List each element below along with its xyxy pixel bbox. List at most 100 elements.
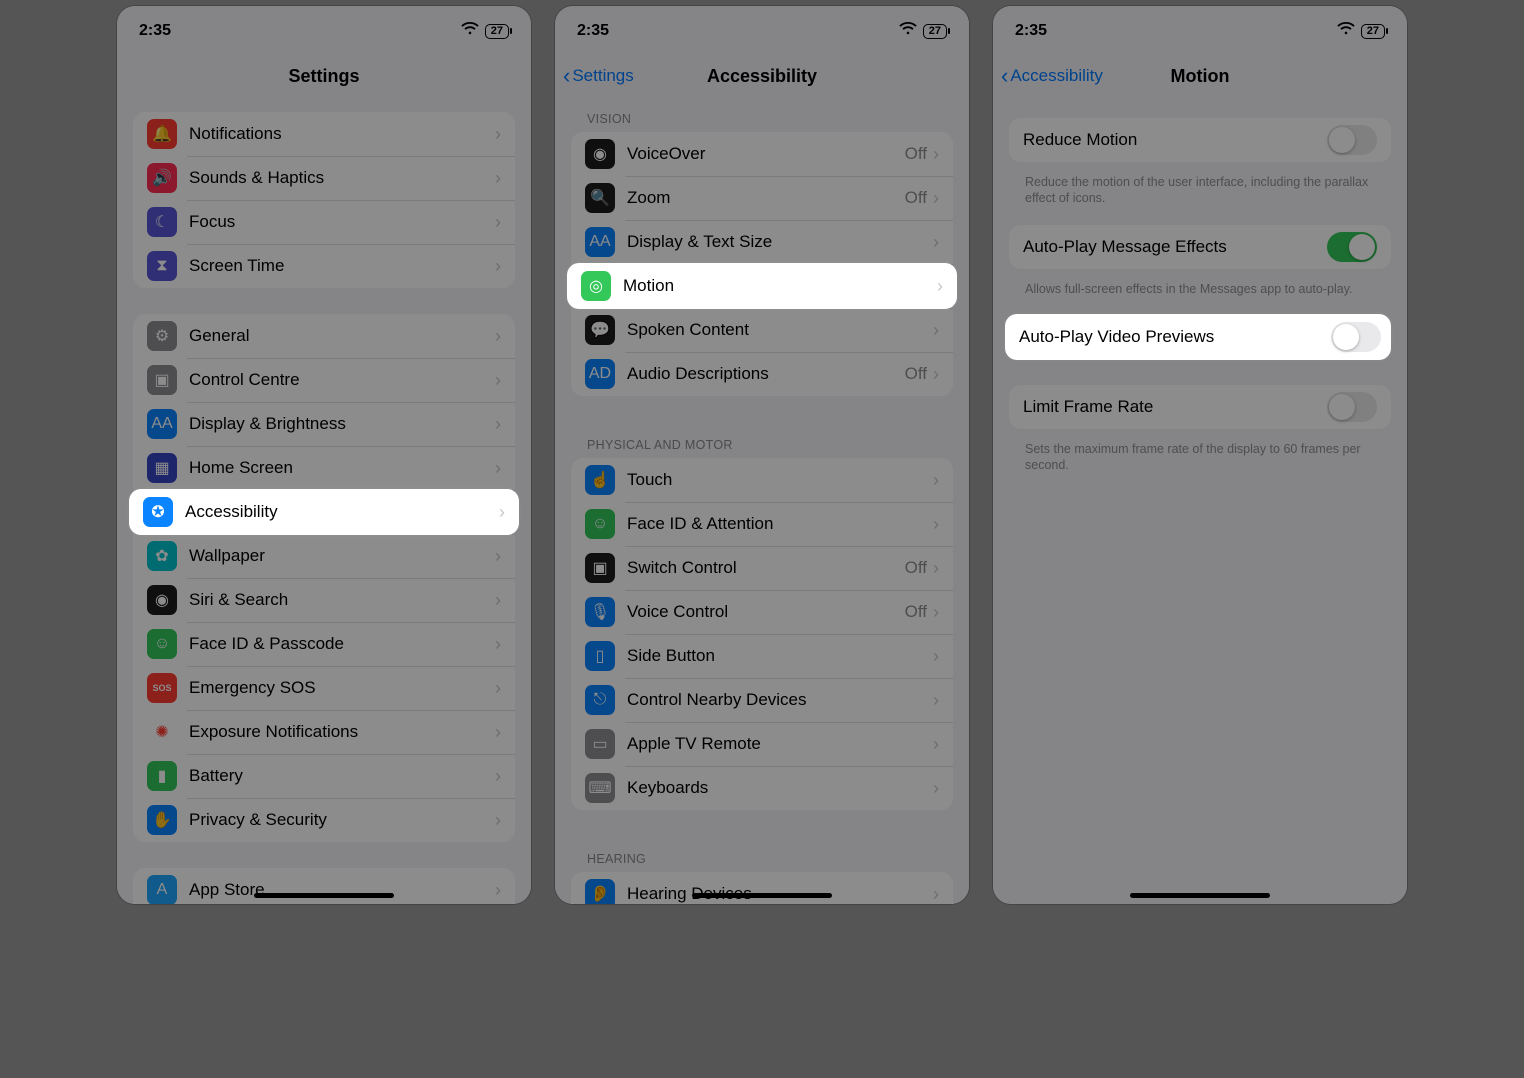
list-row[interactable]: ▯ Side Button › xyxy=(571,634,953,678)
row-label: Notifications xyxy=(189,124,495,144)
accessibility-row-highlight[interactable]: ✪ Accessibility › xyxy=(129,489,519,535)
row-value: Off xyxy=(905,144,927,164)
row-label: Control Nearby Devices xyxy=(627,690,933,710)
status-bar: 2:35 27 xyxy=(555,6,969,56)
list-row[interactable]: ◉ VoiceOver Off › xyxy=(571,132,953,176)
list-row[interactable]: ▮ Battery › xyxy=(133,754,515,798)
list-row[interactable]: ⌨ Keyboards › xyxy=(571,766,953,810)
home-indicator[interactable] xyxy=(1130,893,1270,898)
row-label: Switch Control xyxy=(627,558,905,578)
row-label: Display & Brightness xyxy=(189,414,495,434)
list-row[interactable]: ⚙ General › xyxy=(133,314,515,358)
row-label: Battery xyxy=(189,766,495,786)
back-label: Accessibility xyxy=(1010,66,1103,86)
chevron-right-icon: › xyxy=(495,124,501,145)
toggle-footer: Allows full-screen effects in the Messag… xyxy=(993,275,1407,315)
row-value: Off xyxy=(905,364,927,384)
list-row[interactable]: AA Display & Text Size › xyxy=(571,220,953,264)
row-label: Exposure Notifications xyxy=(189,722,495,742)
row-label: Face ID & Attention xyxy=(627,514,933,534)
list-row[interactable]: 💬 Spoken Content › xyxy=(571,308,953,352)
list-row[interactable]: SOS Emergency SOS › xyxy=(133,666,515,710)
toggle-label: Auto-Play Message Effects xyxy=(1023,237,1327,257)
autoplay-video-previews-label: Auto-Play Video Previews xyxy=(1019,327,1331,347)
row-icon: 🔊 xyxy=(147,163,177,193)
toggle-row[interactable]: Auto-Play Message Effects xyxy=(1009,225,1391,269)
motion-row-highlight[interactable]: ◎ Motion › xyxy=(567,263,957,309)
back-button[interactable]: ‹ Accessibility xyxy=(1001,65,1103,87)
back-button[interactable]: ‹ Settings xyxy=(563,65,634,87)
row-value: Off xyxy=(905,188,927,208)
row-label: Side Button xyxy=(627,646,933,666)
list-row[interactable]: ⎋ Control Nearby Devices › xyxy=(571,678,953,722)
battery-icon: 27 xyxy=(485,24,509,39)
chevron-right-icon: › xyxy=(495,256,501,277)
autoplay-video-previews-row-highlight[interactable]: Auto-Play Video Previews xyxy=(1005,314,1391,360)
chevron-right-icon: › xyxy=(933,558,939,579)
list-row[interactable]: ▦ Home Screen › xyxy=(133,446,515,490)
list-row[interactable]: ✋ Privacy & Security › xyxy=(133,798,515,842)
chevron-right-icon: › xyxy=(933,320,939,341)
list-row[interactable]: ☺ Face ID & Attention › xyxy=(571,502,953,546)
home-indicator[interactable] xyxy=(254,893,394,898)
chevron-right-icon: › xyxy=(933,884,939,905)
list-row[interactable]: AA Display & Brightness › xyxy=(133,402,515,446)
row-icon: ⚙ xyxy=(147,321,177,351)
list-row[interactable]: 🎙 Voice Control Off › xyxy=(571,590,953,634)
motion-label: Motion xyxy=(623,276,937,296)
toggle-switch[interactable] xyxy=(1327,392,1377,422)
row-label: Focus xyxy=(189,212,495,232)
list-row[interactable]: ▭ Apple TV Remote › xyxy=(571,722,953,766)
chevron-right-icon: › xyxy=(495,590,501,611)
row-icon: ▣ xyxy=(147,365,177,395)
chevron-right-icon: › xyxy=(499,502,505,523)
nav-header: ‹ Settings Accessibility xyxy=(555,56,969,96)
row-icon: ☝ xyxy=(585,465,615,495)
list-row[interactable]: ✿ Wallpaper › xyxy=(133,534,515,578)
list-row[interactable]: 👂 Hearing Devices › xyxy=(571,872,953,904)
status-time: 2:35 xyxy=(1015,22,1047,40)
row-label: VoiceOver xyxy=(627,144,905,164)
toggle-row[interactable]: Reduce Motion xyxy=(1009,118,1391,162)
list-row[interactable]: AD Audio Descriptions Off › xyxy=(571,352,953,396)
row-icon: ▦ xyxy=(147,453,177,483)
list-row[interactable]: ☝ Touch › xyxy=(571,458,953,502)
row-label: Audio Descriptions xyxy=(627,364,905,384)
phone-motion: 2:35 27 ‹ Accessibility Motion Reduce Mo… xyxy=(993,6,1407,904)
list-row[interactable]: 🔊 Sounds & Haptics › xyxy=(133,156,515,200)
toggle-footer: Reduce the motion of the user interface,… xyxy=(993,168,1407,225)
list-row[interactable]: ▣ Switch Control Off › xyxy=(571,546,953,590)
home-indicator[interactable] xyxy=(692,893,832,898)
list-row[interactable]: 🔍 Zoom Off › xyxy=(571,176,953,220)
toggle-switch[interactable] xyxy=(1327,232,1377,262)
wifi-icon xyxy=(899,22,917,40)
chevron-right-icon: › xyxy=(933,646,939,667)
row-icon: 👂 xyxy=(585,879,615,904)
row-label: Privacy & Security xyxy=(189,810,495,830)
battery-icon: 27 xyxy=(923,24,947,39)
toggle-label: Limit Frame Rate xyxy=(1023,397,1327,417)
row-icon: ☾ xyxy=(147,207,177,237)
autoplay-video-previews-toggle[interactable] xyxy=(1331,322,1381,352)
list-row[interactable]: ◉ Siri & Search › xyxy=(133,578,515,622)
toggle-row[interactable]: Limit Frame Rate xyxy=(1009,385,1391,429)
row-icon: ▭ xyxy=(585,729,615,759)
accessibility-label: Accessibility xyxy=(185,502,499,522)
row-icon: ▣ xyxy=(585,553,615,583)
toggle-switch[interactable] xyxy=(1327,125,1377,155)
list-row[interactable]: ✺ Exposure Notifications › xyxy=(133,710,515,754)
list-row[interactable]: 🔔 Notifications › xyxy=(133,112,515,156)
list-row[interactable]: A App Store › xyxy=(133,868,515,904)
settings-group-2: ⚙ General › ▣ Control Centre › AA Displa… xyxy=(133,314,515,842)
list-row[interactable]: ▣ Control Centre › xyxy=(133,358,515,402)
list-row[interactable]: ☾ Focus › xyxy=(133,200,515,244)
status-bar: 2:35 27 xyxy=(993,6,1407,56)
section-hearing: HEARING xyxy=(555,836,969,872)
chevron-right-icon: › xyxy=(495,370,501,391)
list-row[interactable]: ☺ Face ID & Passcode › xyxy=(133,622,515,666)
row-icon: ☺ xyxy=(147,629,177,659)
row-value: Off xyxy=(905,602,927,622)
row-label: Control Centre xyxy=(189,370,495,390)
row-icon: ◉ xyxy=(147,585,177,615)
list-row[interactable]: ⧗ Screen Time › xyxy=(133,244,515,288)
